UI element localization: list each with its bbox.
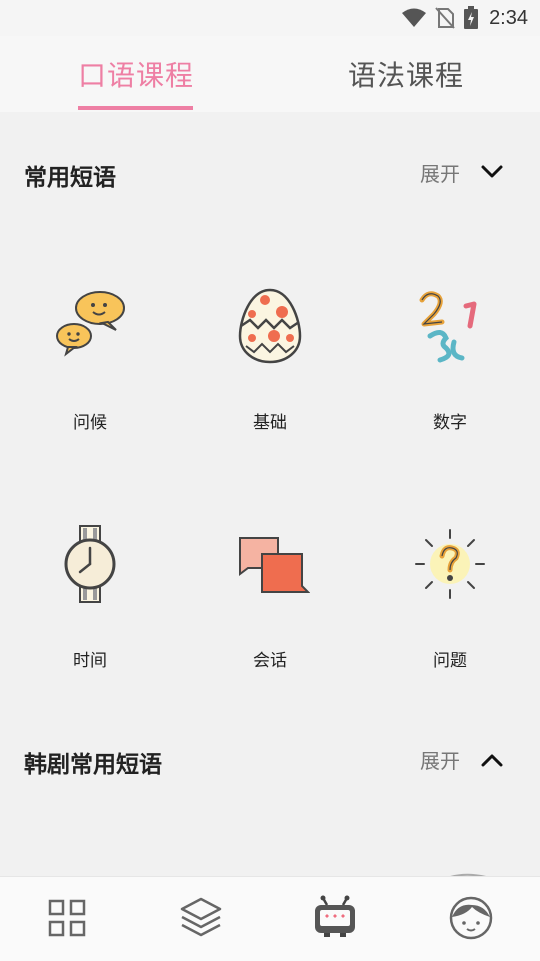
- conversation-icon: [239, 537, 310, 593]
- lesson-label: 会话: [253, 651, 287, 671]
- status-icons: 2:34: [401, 6, 528, 30]
- lesson-greetings[interactable]: 问候: [0, 286, 180, 486]
- lesson-numbers[interactable]: 数字: [360, 286, 540, 486]
- numbers-icon: [419, 291, 477, 363]
- tab-speaking-course[interactable]: 口语课程: [78, 54, 194, 110]
- status-bar: 2:34: [0, 0, 540, 36]
- battery-charging-icon: [464, 6, 479, 29]
- lesson-conversation[interactable]: 会话: [180, 524, 360, 724]
- lesson-label: 问候: [73, 413, 107, 433]
- course-tabs: 口语课程 语法课程: [0, 36, 540, 112]
- lesson-time[interactable]: 时间: [0, 524, 180, 724]
- section-title: 韩剧常用短语: [24, 752, 162, 778]
- no-sim-icon: [435, 7, 455, 29]
- layers-icon[interactable]: [178, 895, 224, 941]
- expand-toggle[interactable]: 展开: [420, 745, 460, 774]
- lesson-label: 问题: [433, 651, 467, 671]
- lesson-basics[interactable]: 基础: [180, 286, 360, 486]
- section-header-common-phrases[interactable]: 常用短语 展开: [0, 158, 540, 198]
- bottom-navigation: [0, 876, 540, 961]
- lesson-label: 时间: [73, 651, 107, 671]
- watch-icon: [64, 525, 116, 603]
- profile-face-icon[interactable]: [448, 895, 494, 941]
- wifi-icon: [402, 8, 427, 27]
- question-icon: [415, 529, 485, 599]
- tab-grammar-course[interactable]: 语法课程: [348, 54, 464, 110]
- chevron-up-icon[interactable]: [478, 747, 506, 771]
- lesson-label: 基础: [253, 413, 287, 433]
- section-title: 常用短语: [24, 165, 116, 191]
- status-time: 2:34: [489, 6, 528, 29]
- egg-icon: [238, 288, 302, 364]
- section-header-kdrama-phrases[interactable]: 韩剧常用短语 展开: [0, 745, 540, 785]
- speech-bubbles-icon: [56, 291, 125, 357]
- active-tab-indicator: [78, 106, 193, 110]
- next-row-peek: [0, 866, 540, 876]
- lesson-questions[interactable]: 问题: [360, 524, 540, 724]
- tv-icon[interactable]: [312, 895, 358, 941]
- grid-icon[interactable]: [44, 895, 90, 941]
- expand-toggle[interactable]: 展开: [420, 158, 460, 187]
- lesson-label: 数字: [433, 413, 467, 433]
- chevron-down-icon[interactable]: [478, 160, 506, 184]
